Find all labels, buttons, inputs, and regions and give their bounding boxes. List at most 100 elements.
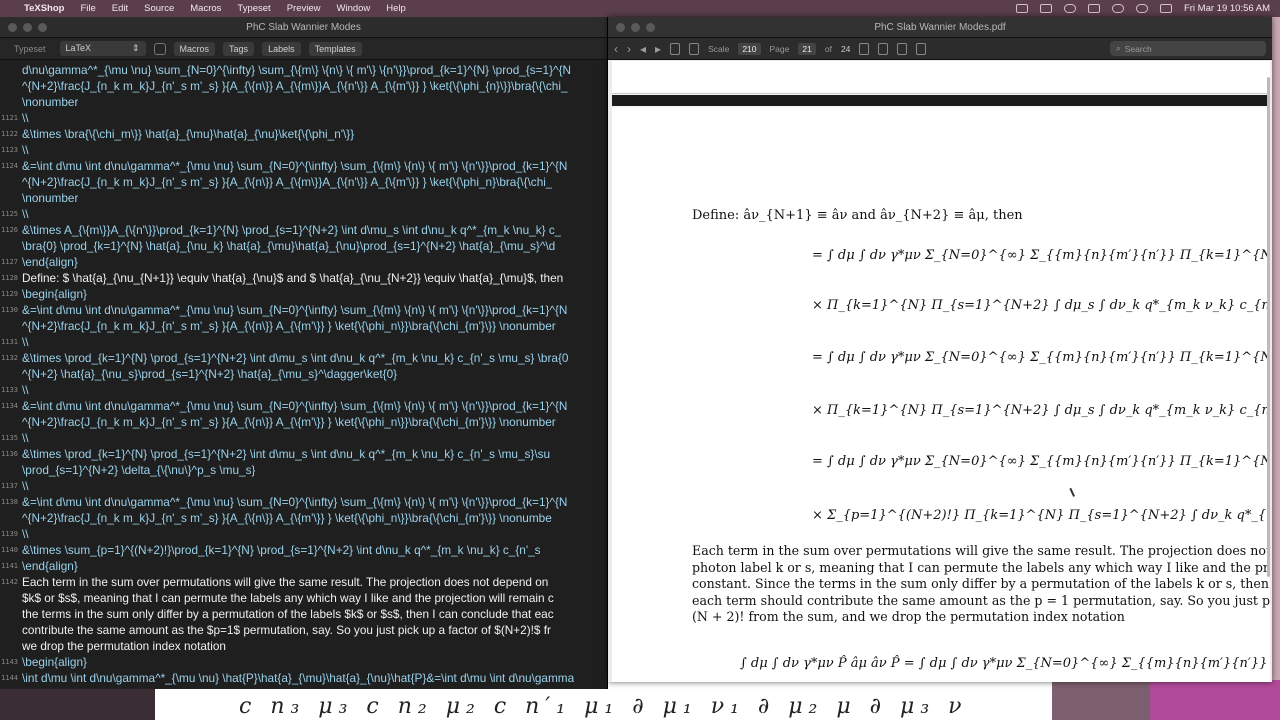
- menu-file[interactable]: File: [80, 3, 95, 14]
- spotlight-search-icon[interactable]: [1135, 4, 1148, 13]
- page-field[interactable]: 21: [798, 42, 816, 55]
- split-view-icon[interactable]: [916, 42, 927, 55]
- code-line[interactable]: \bra{0} \prod_{k=1}^{N} \hat{a}_{\nu_k} …: [0, 238, 608, 254]
- code-line[interactable]: ^{N+2} \hat{a}_{\nu_s}\prod_{s=1}^{N+2} …: [0, 366, 608, 382]
- code-text: Define: $ \hat{a}_{\nu_{N+1}} \equiv \ha…: [22, 271, 564, 285]
- code-line[interactable]: 1128 Define: $ \hat{a}_{\nu_{N+1}} \equiv…: [0, 270, 608, 286]
- code-line[interactable]: 1122 &\times \bra{\{\chi_m\}} \hat{a}_{\m…: [0, 126, 608, 142]
- menu-help[interactable]: Help: [386, 3, 406, 14]
- share-icon[interactable]: [897, 42, 908, 55]
- typeset-button[interactable]: Typeset: [8, 42, 52, 56]
- line-number: 1136: [1, 450, 18, 458]
- next-page-icon[interactable]: ▸: [655, 42, 661, 56]
- code-line[interactable]: 1130 &=\int d\mu \int d\nu\gamma^*_{\mu \…: [0, 302, 608, 318]
- code-line[interactable]: 1138 &=\int d\mu \int d\nu\gamma^*_{\mu \…: [0, 494, 608, 510]
- menu-typeset[interactable]: Typeset: [237, 3, 270, 14]
- code-line[interactable]: 1141 \end{align}: [0, 558, 608, 574]
- status-record-icon[interactable]: [1039, 4, 1052, 13]
- forward-arrow-icon[interactable]: ›: [627, 42, 631, 56]
- code-line[interactable]: 1129 \begin{align}: [0, 286, 608, 302]
- code-line[interactable]: 1139 \\: [0, 526, 608, 542]
- code-line[interactable]: 1131 \\: [0, 334, 608, 350]
- code-line[interactable]: 1124 &=\int d\mu \int d\nu\gamma^*_{\mu \…: [0, 158, 608, 174]
- code-line[interactable]: 1132 &\times \prod_{k=1}^{N} \prod_{s=1}^…: [0, 350, 608, 366]
- code-line[interactable]: d\nu\gamma^*_{\mu \nu} \sum_{N=0}^{\inft…: [0, 62, 608, 78]
- search-field[interactable]: ⌕ Search: [1110, 41, 1266, 56]
- minimize-window-button[interactable]: [23, 22, 32, 32]
- code-line[interactable]: 1137 \\: [0, 478, 608, 494]
- close-window-button[interactable]: [8, 22, 17, 32]
- code-line[interactable]: $k$ or $s$, meaning that I can permute t…: [0, 590, 608, 606]
- code-line[interactable]: 1134 &=\int d\mu \int d\nu\gamma^*_{\mu \…: [0, 398, 608, 414]
- labels-menu-button[interactable]: Labels: [262, 41, 301, 56]
- code-line[interactable]: ^{N+2}\frac{J_{n_k m_k}J_{n'_s m'_s} }{A…: [0, 78, 608, 94]
- menu-window[interactable]: Window: [337, 3, 371, 14]
- code-line[interactable]: 1136 &\times \prod_{k=1}^{N} \prod_{s=1}^…: [0, 446, 608, 462]
- menu-edit[interactable]: Edit: [112, 3, 128, 14]
- pdf-page-view[interactable]: Define: âν_{N+1} ≡ âν and âν_{N+2} ≡ âμ,…: [612, 61, 1270, 682]
- source-code-area[interactable]: d\nu\gamma^*_{\mu \nu} \sum_{N=0}^{\inft…: [0, 62, 608, 689]
- editor-titlebar[interactable]: PhC Slab Wannier Modes: [0, 17, 607, 38]
- search-placeholder: Search: [1124, 43, 1152, 54]
- engine-select[interactable]: LaTeX ⇕: [59, 41, 146, 56]
- print-icon[interactable]: [689, 42, 700, 55]
- code-line[interactable]: we drop the permutation index notation: [0, 638, 608, 654]
- paragraph-line-4: each term should contribute the same amo…: [692, 592, 1270, 608]
- gear-icon[interactable]: [153, 42, 166, 55]
- zoom-window-button[interactable]: [38, 22, 47, 32]
- code-line[interactable]: contribute the same amount as the $p=1$ …: [0, 622, 608, 638]
- code-line[interactable]: 1133 \\: [0, 382, 608, 398]
- line-number: [0, 462, 22, 478]
- code-line[interactable]: 1143 \begin{align}: [0, 654, 608, 670]
- status-bluetooth-icon[interactable]: [1063, 4, 1076, 13]
- code-text: $k$ or $s$, meaning that I can permute t…: [22, 591, 554, 605]
- line-number: [0, 606, 22, 622]
- scale-field[interactable]: 210: [738, 42, 761, 55]
- code-line[interactable]: \nonumber: [0, 94, 608, 110]
- code-line[interactable]: 1135 \\: [0, 430, 608, 446]
- menu-preview[interactable]: Preview: [287, 3, 321, 14]
- pdf-minimize-window-button[interactable]: [631, 22, 640, 32]
- back-arrow-icon[interactable]: ‹: [614, 42, 618, 56]
- menu-macros[interactable]: Macros: [190, 3, 221, 14]
- menu-source[interactable]: Source: [144, 3, 174, 14]
- code-line[interactable]: 1121 \\: [0, 110, 608, 126]
- code-text: &=\int d\mu \int d\nu\gamma^*_{\mu \nu} …: [22, 495, 568, 509]
- code-line[interactable]: \nonumber: [0, 190, 608, 206]
- menu-app-name[interactable]: TeXShop: [24, 3, 64, 14]
- code-line[interactable]: 1123 \\: [0, 142, 608, 158]
- previous-page-icon[interactable]: ◂: [640, 42, 646, 56]
- code-line[interactable]: 1142 Each term in the sum over permutatio…: [0, 574, 608, 590]
- tags-menu-button[interactable]: Tags: [223, 41, 255, 56]
- pdf-titlebar[interactable]: PhC Slab Wannier Modes.pdf: [608, 17, 1272, 38]
- code-line[interactable]: 1126 &\times A_{\{m\}}A_{\{n'\}}\prod_{k=…: [0, 222, 608, 238]
- wifi-icon[interactable]: [1111, 4, 1124, 13]
- previous-page-bottom: [612, 61, 1270, 94]
- code-line[interactable]: 1127 \end{align}: [0, 254, 608, 270]
- menu-clock[interactable]: Fri Mar 19 10:56 AM: [1184, 3, 1270, 14]
- pdf-zoom-window-button[interactable]: [646, 22, 655, 32]
- line-number: 1128: [1, 274, 18, 282]
- code-line[interactable]: 1125 \\: [0, 206, 608, 222]
- code-text: \end{align}: [22, 255, 78, 269]
- single-page-icon[interactable]: [670, 42, 681, 55]
- code-line[interactable]: ^{N+2}\frac{J_{n_k m_k}J_{n'_s m'_s} }{A…: [0, 318, 608, 334]
- code-line[interactable]: 1144 \int d\mu \int d\nu\gamma^*_{\mu \nu…: [0, 670, 608, 686]
- templates-menu-button[interactable]: Templates: [308, 41, 362, 56]
- battery-icon[interactable]: [1087, 4, 1100, 13]
- pdf-scrollbar[interactable]: [1267, 77, 1270, 577]
- line-number: 1141: [1, 562, 18, 570]
- code-line[interactable]: ^{N+2}\frac{J_{n_k m_k}J_{n'_s m'_s} }{A…: [0, 174, 608, 190]
- line-number: [0, 622, 22, 638]
- code-line[interactable]: 1140 &\times \sum_{p=1}^{(N+2)!}\prod_{k=…: [0, 542, 608, 558]
- code-line[interactable]: ^{N+2}\frac{J_{n_k m_k}J_{n'_s m'_s} }{A…: [0, 510, 608, 526]
- macros-menu-button[interactable]: Macros: [173, 41, 216, 56]
- control-center-icon[interactable]: [1159, 4, 1172, 13]
- code-line[interactable]: \prod_{s=1}^{N+2} \delta_{\{\nu\}^p_s \m…: [0, 462, 608, 478]
- code-line[interactable]: ^{N+2}\frac{J_{n_k m_k}J_{n'_s m'_s} }{A…: [0, 414, 608, 430]
- status-app-icon[interactable]: [1015, 4, 1028, 13]
- code-line[interactable]: the terms in the sum only differ by a pe…: [0, 606, 608, 622]
- pdf-close-window-button[interactable]: [616, 22, 625, 32]
- select-tool-icon[interactable]: [859, 42, 870, 55]
- text-tool-icon[interactable]: [878, 42, 889, 55]
